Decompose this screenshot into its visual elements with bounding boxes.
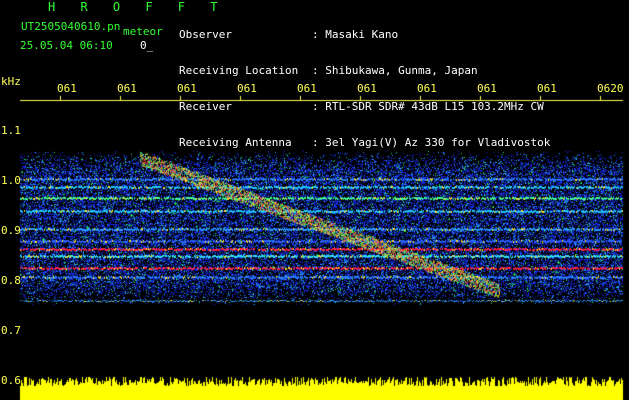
time-tick-label: 061: [417, 82, 437, 95]
date-label: 25.05.04 06:10: [20, 39, 113, 52]
time-tick-label: 0620: [597, 82, 624, 95]
info-label-antenna: Receiving Antenna: [179, 136, 292, 149]
time-tick-label: 061: [477, 82, 497, 95]
filename-label: UT2505040610.pn: [21, 20, 121, 33]
y-tick-label: 0.9: [1, 224, 21, 237]
info-value-observer: : Masaki Kano: [312, 28, 399, 41]
y-tick-label: 0.6: [1, 374, 21, 387]
y-tick-label: 0.8: [1, 274, 21, 287]
time-tick-label: 061: [237, 82, 257, 95]
info-label-observer: Observer: [179, 28, 232, 41]
time-tick-label: 061: [177, 82, 197, 95]
y-tick-label: 1.1: [1, 124, 21, 137]
info-value-receiver: : RTL-SDR SDR# 43dB L15 103.2MHz CW: [312, 100, 544, 113]
y-tick-label: 0.7: [1, 324, 21, 337]
info-value-antenna: : 3el Yagi(V) Az 330 for Vladivostok: [312, 136, 551, 149]
time-tick-label: 061: [117, 82, 137, 95]
info-label-location: Receiving Location: [179, 64, 299, 77]
time-tick-label: 061: [357, 82, 377, 95]
time-tick-label: 061: [297, 82, 317, 95]
tag-label: meteor: [123, 25, 163, 38]
info-label-receiver: Receiver: [179, 100, 232, 113]
y-tick-label: 1.0: [1, 174, 21, 187]
time-tick-label: 061: [537, 82, 557, 95]
counter-label: 0_: [140, 39, 154, 52]
time-tick-label: 061: [57, 82, 77, 95]
axis-unit-label: kHz: [1, 75, 21, 88]
info-value-location: : Shibukawa, Gunma, Japan: [312, 64, 478, 77]
